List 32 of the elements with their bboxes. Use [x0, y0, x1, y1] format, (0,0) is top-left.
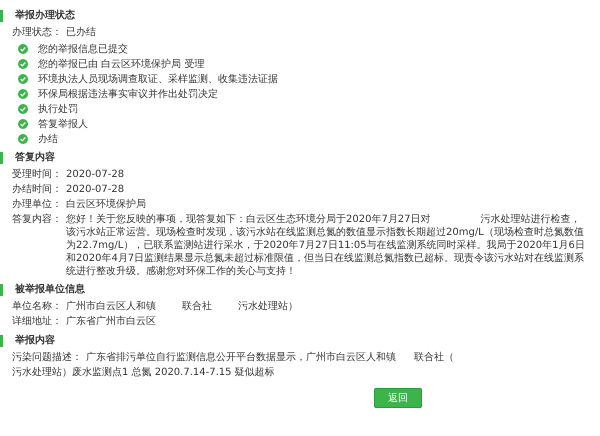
description-text: 联合社（: [414, 351, 454, 365]
description-text: 污水处理站）废水监测点1 总氮 2020.7.14-7.15 疑似超标: [12, 366, 275, 380]
section-title: 答复内容: [0, 152, 586, 164]
step-text: 您的举报信息已提交: [38, 42, 128, 56]
field-value: 广东省广州市白云区: [66, 315, 156, 329]
field-value: 2020-07-28: [66, 168, 124, 182]
field-label: 受理时间：: [12, 168, 62, 182]
field-label: 答复内容：: [12, 213, 62, 227]
field-label: 单位名称：: [12, 300, 62, 314]
status-value: 已办结: [66, 26, 96, 40]
step-text: 办结: [38, 132, 58, 146]
field-value: 广州市白云区人和镇: [66, 300, 156, 314]
step-text: 环保局根据违法事实审议并作出处罚决定: [38, 88, 218, 100]
field-label: 污染问题描述：: [12, 351, 82, 365]
status-label: 办理状态：: [12, 26, 62, 40]
field-value: 白云区环境保护局: [66, 198, 146, 212]
field-value: 2020-07-28: [66, 183, 124, 197]
section-title: 举报内容: [0, 335, 586, 347]
step-text: 您的举报已由 白云区环境保护局 受理: [38, 58, 204, 70]
field-label: 详细地址：: [12, 315, 62, 329]
field-value: 联合社: [182, 300, 212, 314]
field-label: 办理单位：: [12, 198, 62, 212]
step-text: 答复举报人: [38, 118, 88, 130]
field-label: 办结时间：: [12, 183, 62, 197]
back-button[interactable]: 返回: [374, 388, 422, 408]
answer-text: 您好！关于您反映的事项，现答复如下：白云区生态环境分局于2020年7月27日对 污水处理站进行检查，该污水站正常运营。现场检查时发现，该污水站在线监测总氮的数值显示指数长期超过20mg/L（现场检查时总氮数值为22.7mg/L），已联系监测站进行采水，于2020年7月27日11:05与在线监测系统同时采样。我局于2020年1月6日和2020年4月7日监测结果显示总氮未超过标准限值，但当日在线监测总氮指数已超标。现责令该污水站对在线监测系统进行整改升级。感谢您对环保工作的关心与支持！: [66, 213, 586, 278]
step-text: 环境执法人员现场调查取证、采样监测、收集违法证据: [38, 72, 278, 86]
description-text: 广东省排污单位自行监测信息公开平台数据显示，广州市白云区人和镇: [86, 351, 396, 365]
section-title: 被举报单位信息: [0, 284, 586, 296]
step-text: 执行处罚: [38, 102, 78, 116]
section-title: 举报办理状态: [0, 10, 586, 22]
field-value: 污水处理站）: [238, 300, 298, 314]
